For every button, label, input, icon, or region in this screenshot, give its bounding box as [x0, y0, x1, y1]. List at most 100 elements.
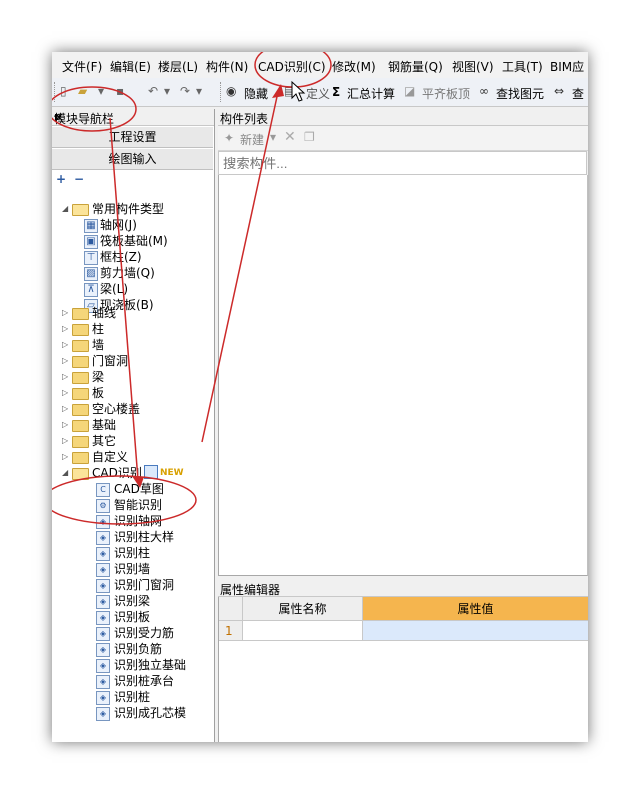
redo-dropdown-icon[interactable]: ▾	[196, 84, 202, 98]
property-name-cell[interactable]	[243, 621, 363, 641]
menu-tools[interactable]: 工具(T)	[502, 58, 543, 75]
tree-folder[interactable]: ▷ 其它	[62, 433, 212, 449]
expand-arrow-icon[interactable]: ▷	[62, 353, 68, 369]
tree-item-cad[interactable]: C CAD草图	[96, 481, 212, 497]
row-number: 1	[219, 621, 243, 641]
toolbar: ▯ ▰ ▾ ▪ ↶ ▾ ↷ ▾ ◉ 隐藏 ▤ 定义 Σ 汇总计算 ◪ 平齐板顶 …	[52, 78, 588, 107]
expand-all-icon[interactable]: +	[56, 172, 66, 186]
copy-icon[interactable]: ❐	[304, 130, 315, 144]
recognition-icon: ◈	[96, 611, 110, 625]
menu-view[interactable]: 视图(V)	[452, 58, 494, 75]
collapse-arrow-icon[interactable]: ◢	[62, 465, 68, 481]
menu-floor[interactable]: 楼层(L)	[158, 58, 198, 75]
recognition-icon: ◈	[96, 659, 110, 673]
menu-cad-recognition[interactable]: CAD识别(C)	[258, 58, 326, 75]
new-component-icon[interactable]: ✦	[224, 131, 234, 145]
tree-item-cad[interactable]: ◈ 识别桩承台	[96, 673, 212, 689]
define-button[interactable]: 定义	[306, 85, 330, 102]
col-header-property-value[interactable]: 属性值	[363, 597, 588, 621]
tree-folder[interactable]: ▷ 基础	[62, 417, 212, 433]
property-value-cell[interactable]	[363, 621, 588, 641]
tree-item-common[interactable]: ▨ 剪力墙(Q)	[84, 265, 212, 281]
find-element-button[interactable]: 查找图元	[496, 85, 544, 102]
tree-folder[interactable]: ▷ 梁	[62, 369, 212, 385]
expand-arrow-icon[interactable]: ▷	[62, 433, 68, 449]
tree-item-cad[interactable]: ◈ 识别独立基础	[96, 657, 212, 673]
expand-arrow-icon[interactable]: ▷	[62, 337, 68, 353]
expand-arrow-icon[interactable]: ▷	[62, 369, 68, 385]
redo-icon[interactable]: ↷	[180, 84, 190, 98]
drawing-input-button[interactable]: 绘图输入	[52, 149, 213, 170]
menu-file[interactable]: 文件(F)	[62, 58, 102, 75]
recognition-icon: ◈	[96, 547, 110, 561]
tree-item-cad[interactable]: ◈ 识别柱大样	[96, 529, 212, 545]
tree-folder[interactable]: ▷ 柱	[62, 321, 212, 337]
tree-item-cad[interactable]: ◈ 识别桩	[96, 689, 212, 705]
menu-modify[interactable]: 修改(M)	[332, 58, 376, 75]
expand-arrow-icon[interactable]: ▷	[62, 385, 68, 401]
tree-node-common[interactable]: ◢ 常用构件类型	[62, 201, 212, 217]
open-folder-icon[interactable]: ▰	[78, 84, 87, 98]
tree-item-cad[interactable]: ◈ 识别柱	[96, 545, 212, 561]
new-file-icon[interactable]: ▯	[60, 84, 67, 98]
tree-folder[interactable]: ▷ 轴线	[62, 305, 212, 321]
component-search-input[interactable]	[218, 151, 587, 175]
tree-item-common[interactable]: ⊤ 框柱(Z)	[84, 249, 212, 265]
flat-slab-button[interactable]: 平齐板顶	[422, 85, 470, 102]
tree-item-cad[interactable]: ◈ 识别负筋	[96, 641, 212, 657]
tree-node-cad-recognition[interactable]: ◢ CAD识别 NEW	[62, 465, 212, 481]
tree-item-cad[interactable]: ◈ 识别受力筋	[96, 625, 212, 641]
tree-item-cad[interactable]: ⚙ 智能识别	[96, 497, 212, 513]
tree-item-cad[interactable]: ◈ 识别成孔芯模	[96, 705, 212, 721]
summary-calc-button[interactable]: 汇总计算	[347, 85, 395, 102]
undo-icon[interactable]: ↶	[148, 84, 158, 98]
expand-arrow-icon[interactable]: ▷	[62, 417, 68, 433]
project-settings-button[interactable]: 工程设置	[52, 127, 213, 148]
dropdown-arrow-icon[interactable]: ▾	[270, 130, 276, 144]
module-navigation-panel: 模块导航栏 ᵽ × 工程设置 绘图输入 + − ◢ 常用构件类型 ▦ 轴网(J) ▣…	[52, 109, 215, 742]
collapse-all-icon[interactable]: −	[74, 172, 84, 186]
expand-arrow-icon[interactable]: ▷	[62, 321, 68, 337]
query-button[interactable]: 查	[572, 85, 584, 102]
hide-button[interactable]: 隐藏	[244, 85, 268, 102]
tree-folder[interactable]: ▷ 板	[62, 385, 212, 401]
undo-dropdown-icon[interactable]: ▾	[164, 84, 170, 98]
component-list-area[interactable]	[218, 175, 588, 576]
query-icon: ⇔	[554, 84, 565, 98]
folder-icon	[72, 420, 89, 432]
tree-item-cad[interactable]: ◈ 识别门窗洞	[96, 577, 212, 593]
expand-arrow-icon[interactable]: ▷	[62, 305, 68, 321]
dropdown-arrow-icon[interactable]: ▾	[98, 84, 104, 98]
delete-icon[interactable]: ✕	[284, 129, 296, 145]
tree-item-cad[interactable]: ◈ 识别墙	[96, 561, 212, 577]
menu-edit[interactable]: 编辑(E)	[110, 58, 151, 75]
close-icon[interactable]: ×	[54, 110, 64, 124]
tree-folder[interactable]: ▷ 门窗洞	[62, 353, 212, 369]
expand-arrow-icon[interactable]: ▷	[62, 401, 68, 417]
recognition-icon: ◈	[96, 515, 110, 529]
expand-arrow-icon[interactable]: ▷	[62, 449, 68, 465]
new-component-button[interactable]: 新建	[240, 131, 264, 148]
component-icon: ⊼	[84, 283, 98, 297]
recognition-icon: ◈	[96, 563, 110, 577]
col-header-property-name[interactable]: 属性名称	[243, 597, 363, 621]
tree-folder[interactable]: ▷ 墙	[62, 337, 212, 353]
tree-item-cad[interactable]: ◈ 识别梁	[96, 593, 212, 609]
recognition-icon: ◈	[96, 691, 110, 705]
recognition-icon: ◈	[96, 675, 110, 689]
recognition-icon: ⚙	[96, 499, 110, 513]
folder-icon	[72, 436, 89, 448]
menu-component[interactable]: 构件(N)	[206, 58, 248, 75]
menu-rebar-quantity[interactable]: 钢筋量(Q)	[388, 58, 443, 75]
tree-folder[interactable]: ▷ 空心楼盖	[62, 401, 212, 417]
save-icon[interactable]: ▪	[116, 84, 124, 98]
tree-item-common[interactable]: ⊼ 梁(L)	[84, 281, 212, 297]
property-editor-title: 属性编辑器	[220, 583, 281, 597]
tree-item-cad[interactable]: ◈ 识别板	[96, 609, 212, 625]
menu-bim[interactable]: BIM应	[550, 58, 584, 75]
tree-item-common[interactable]: ▣ 筏板基础(M)	[84, 233, 212, 249]
tree-item-cad[interactable]: ◈ 识别轴网	[96, 513, 212, 529]
tree-item-common[interactable]: ▦ 轴网(J)	[84, 217, 212, 233]
collapse-arrow-icon[interactable]: ◢	[62, 201, 68, 217]
tree-folder[interactable]: ▷ 自定义	[62, 449, 212, 465]
